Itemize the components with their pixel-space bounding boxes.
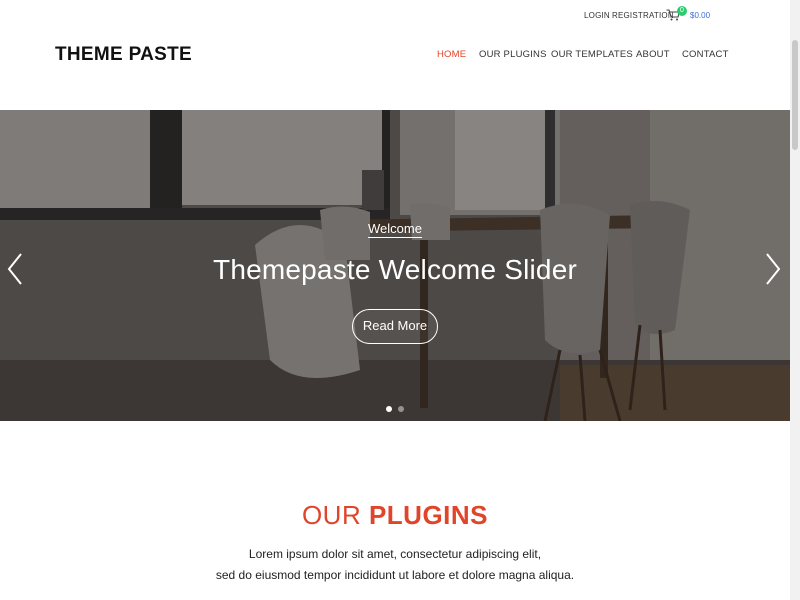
slider-dot-1[interactable] — [386, 406, 392, 412]
nav-about[interactable]: ABOUT — [636, 49, 670, 60]
plugins-section-title: OUR PLUGINS — [0, 500, 790, 531]
login-link[interactable]: LOGIN — [584, 11, 610, 20]
section-title-light: OUR — [301, 500, 369, 530]
nav-home[interactable]: HOME — [437, 49, 466, 60]
scrollbar-thumb[interactable] — [792, 40, 798, 150]
plugins-description-line-1: Lorem ipsum dolor sit amet, consectetur … — [248, 547, 542, 561]
hero-slider: Welcome Themepaste Welcome Slider Read M… — [0, 110, 790, 421]
slide-title: Themepaste Welcome Slider — [213, 254, 577, 285]
chevron-left-icon[interactable] — [6, 252, 24, 286]
plugins-description-line-2: sed do eiusmod tempor incididunt ut labo… — [215, 568, 575, 582]
section-title-bold: PLUGINS — [368, 500, 489, 530]
chevron-right-icon[interactable] — [764, 252, 782, 286]
nav-contact[interactable]: CONTACT — [682, 49, 729, 60]
slide-kicker-text: Welcome — [368, 221, 422, 238]
slide-kicker: Welcome — [0, 221, 790, 238]
cart-total[interactable]: $0.00 — [690, 11, 710, 20]
slider-dot-2[interactable] — [398, 406, 404, 412]
nav-our-templates[interactable]: OUR TEMPLATES — [551, 49, 633, 60]
registration-link[interactable]: REGISTRATION — [612, 11, 674, 20]
read-more-button[interactable]: Read More — [352, 309, 438, 344]
nav-our-plugins[interactable]: OUR PLUGINS — [479, 49, 547, 60]
cart-count-badge: 0 — [677, 6, 687, 16]
top-utility-bar: LOGIN REGISTRATION 0 $0.00 — [0, 0, 800, 30]
site-logo[interactable]: THEME PASTE — [55, 44, 192, 66]
